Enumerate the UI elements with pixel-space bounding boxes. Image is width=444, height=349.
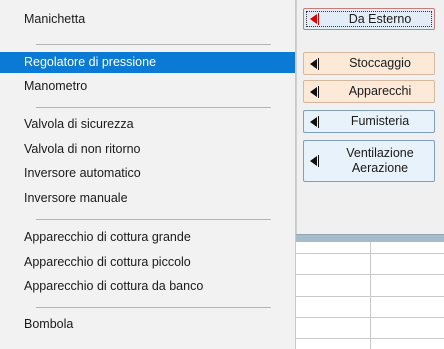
da-esterno-button[interactable]: Da Esterno (303, 8, 435, 30)
left-arrow-icon (310, 57, 319, 70)
left-arrow-icon (310, 155, 319, 167)
menu-item-manometro[interactable]: Manometro (0, 76, 295, 97)
menu-item-apparecchio-cottura-piccolo[interactable]: Apparecchio di cottura piccolo (0, 252, 295, 273)
button-label: Ventilazione Aerazione (346, 146, 414, 175)
panel-header-bar (296, 234, 444, 242)
grid-area[interactable] (296, 242, 444, 349)
button-label: Da Esterno (348, 11, 412, 26)
menu-separator (36, 307, 271, 308)
menu-item-inversore-manuale[interactable]: Inversore manuale (0, 188, 295, 209)
stoccaggio-button[interactable]: Stoccaggio (303, 52, 435, 75)
apparecchi-button[interactable]: Apparecchi (303, 80, 435, 103)
menu-separator (36, 219, 271, 220)
ventilazione-aerazione-button[interactable]: Ventilazione Aerazione (303, 140, 435, 182)
left-arrow-icon (310, 13, 319, 25)
menu-item-valvola-di-non-ritorno[interactable]: Valvola di non ritorno (0, 139, 295, 160)
menu-separator (36, 107, 271, 108)
menu-item-bombola[interactable]: Bombola (0, 314, 295, 335)
menu-item-inversore-automatico[interactable]: Inversore automatico (0, 163, 295, 184)
menu-item-valvola-di-sicurezza[interactable]: Valvola di sicurezza (0, 114, 295, 135)
fumisteria-button[interactable]: Fumisteria (303, 110, 435, 133)
menu-separator (36, 44, 271, 45)
menu-item-apparecchio-cottura-grande[interactable]: Apparecchio di cottura grande (0, 227, 295, 248)
grid-line (370, 242, 371, 349)
button-label: Fumisteria (350, 114, 410, 128)
category-panel: Da Esterno Stoccaggio Apparecchi Fumiste… (296, 0, 444, 236)
left-arrow-icon (310, 85, 319, 98)
button-label: Stoccaggio (349, 56, 411, 70)
button-label: Apparecchi (348, 84, 412, 98)
menu-item-apparecchio-cottura-da-banco[interactable]: Apparecchio di cottura da banco (0, 276, 295, 297)
menu-item-manichetta[interactable]: Manichetta (0, 9, 295, 30)
menu-item-regolatore-di-pressione[interactable]: Regolatore di pressione (0, 52, 295, 73)
left-arrow-icon (310, 115, 319, 128)
context-menu: Manichetta Regolatore di pressione Manom… (0, 0, 296, 349)
